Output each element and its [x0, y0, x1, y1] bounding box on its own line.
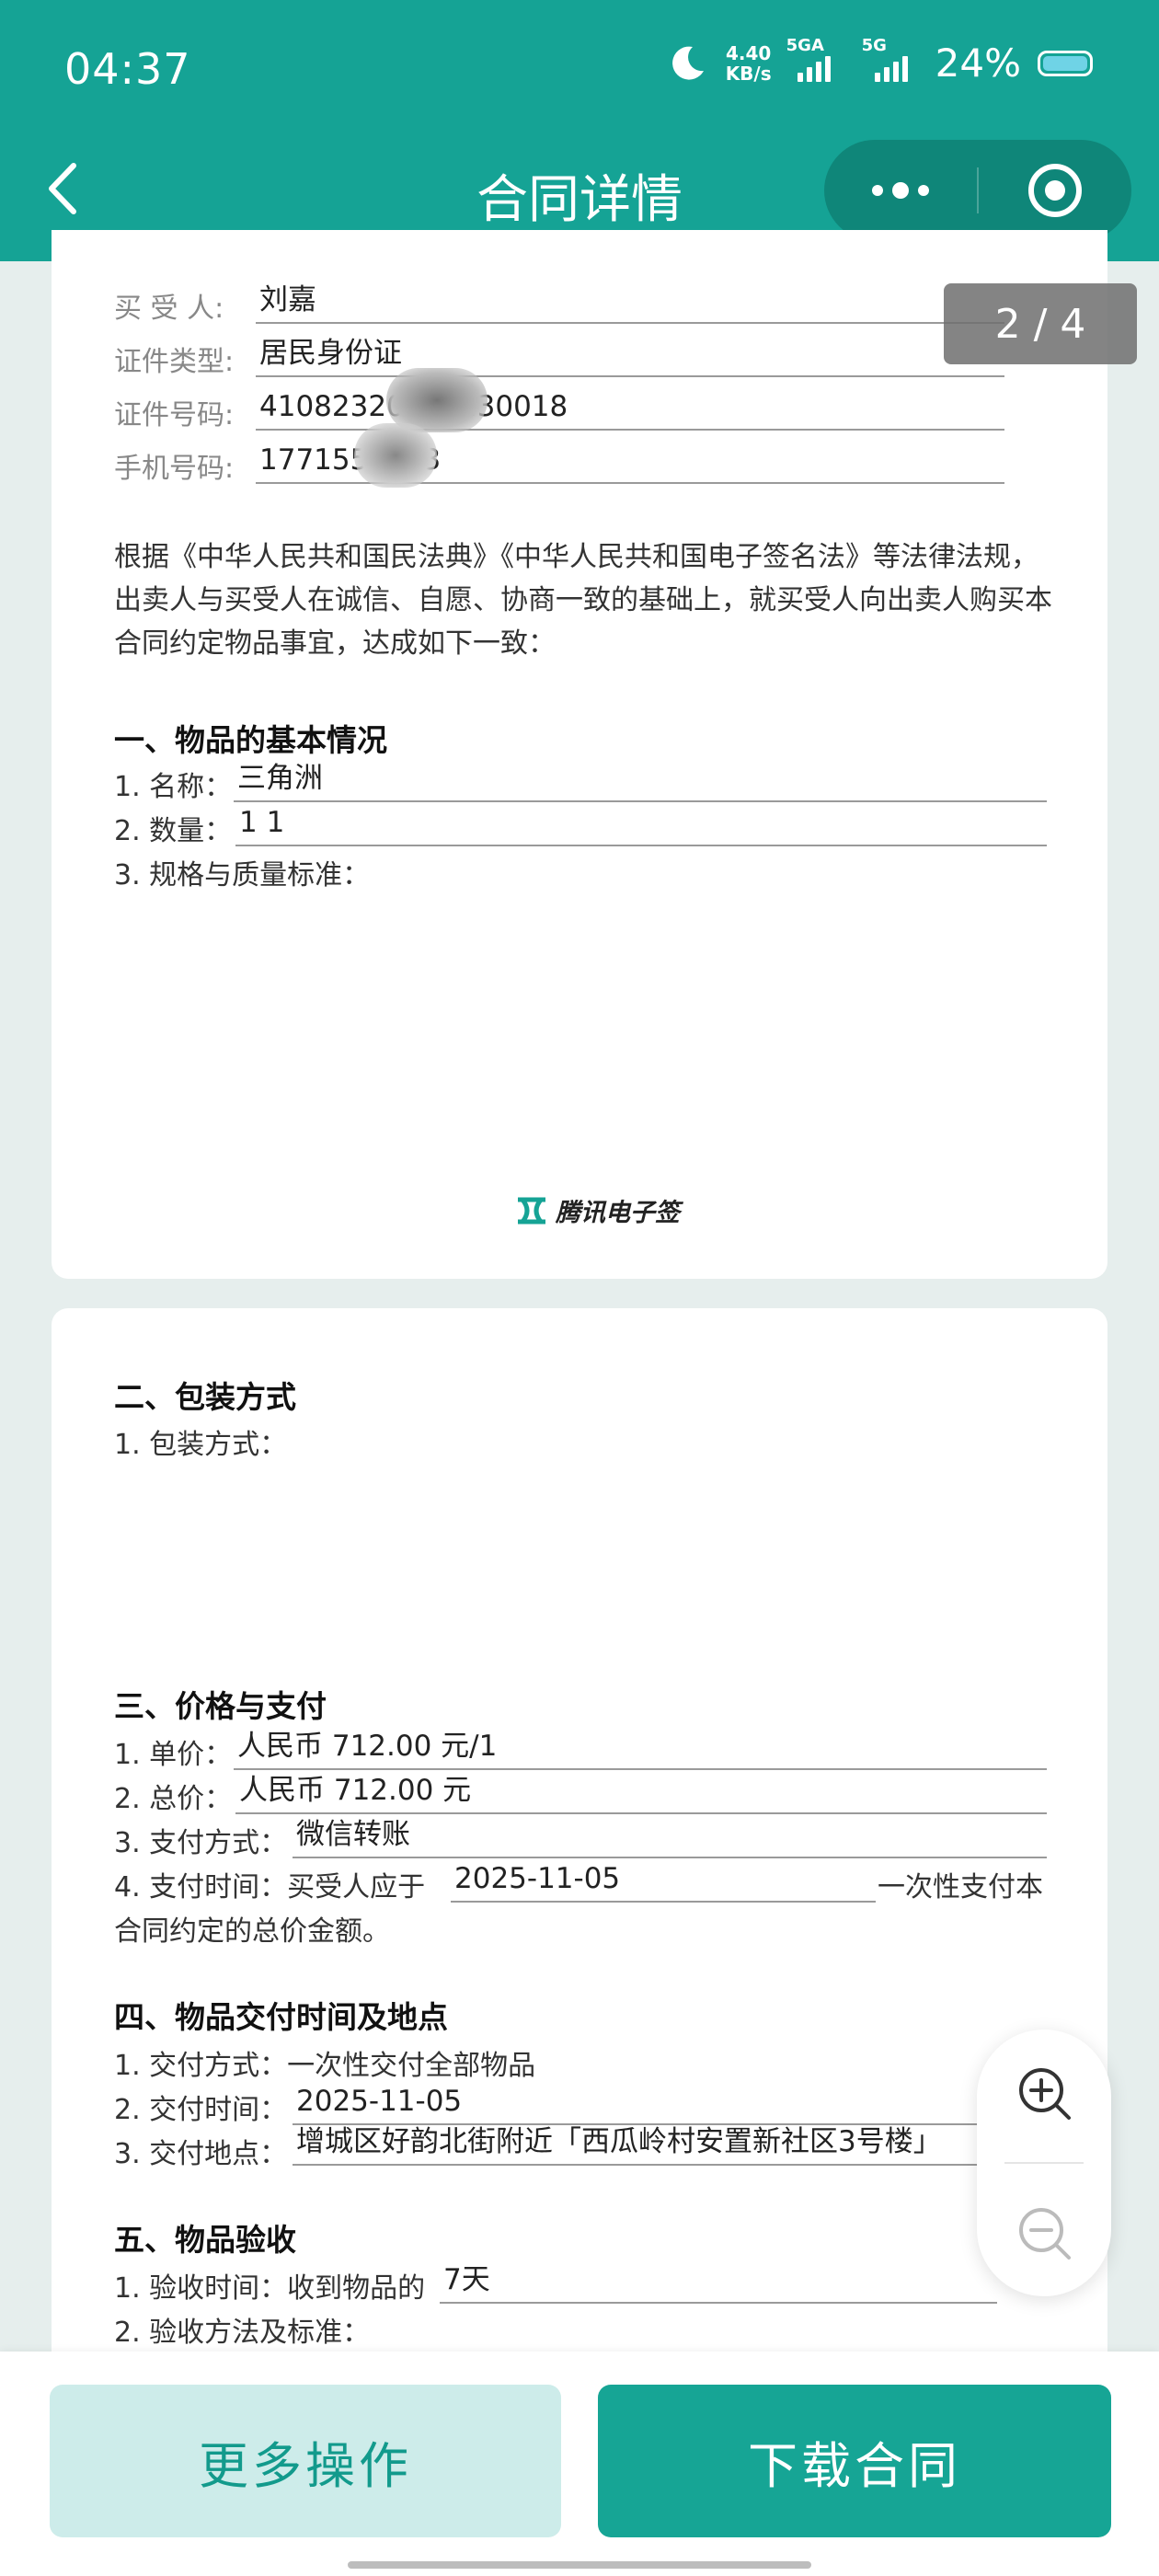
section-title: 二、包装方式	[114, 1379, 296, 1415]
total-price: 人民币 712.00 元	[235, 1770, 1047, 1814]
buyer-name-label: 买 受 人:	[114, 293, 224, 325]
moon-icon	[671, 46, 704, 80]
delivery-place: 增城区好韵北街附近「西瓜岭村安置新社区3号楼」	[293, 2122, 1001, 2166]
buyer-name: 刘嘉	[256, 280, 1004, 324]
payment-method-label: 3. 支付方式：	[114, 1827, 288, 1859]
signal-icon-2: 5G	[862, 36, 919, 82]
target-icon[interactable]	[979, 140, 1131, 241]
payment-time: 2025-11-05	[451, 1858, 876, 1903]
zoom-controls	[977, 2030, 1111, 2296]
status-icons: 4.40 KB/s 5GA 5G 24%	[665, 36, 1093, 86]
id-type: 居民身份证	[256, 333, 1004, 377]
section-title: 一、物品的基本情况	[114, 722, 387, 758]
payment-time-label: 4. 支付时间：买受人应于	[114, 1871, 426, 1903]
signal-icon: 5GA	[786, 36, 847, 82]
id-number-label: 证件号码:	[114, 399, 235, 431]
home-indicator[interactable]	[348, 2561, 811, 2569]
total-price-label: 2. 总价：	[114, 1783, 233, 1815]
delivery-time: 2025-11-05	[293, 2081, 1001, 2125]
item-qty-label: 2. 数量：	[114, 815, 233, 847]
inspection-time-label: 1. 验收时间：收到物品的	[114, 2272, 426, 2305]
unit-price: 人民币 712.00 元/1	[234, 1726, 1047, 1770]
zoom-in-icon[interactable]	[1014, 2063, 1076, 2125]
payment-time-suffix: 一次性支付本	[878, 1871, 1043, 1903]
mini-program-capsule	[824, 140, 1131, 241]
zoom-out-icon[interactable]	[1014, 2202, 1076, 2265]
item-qty: 1 1	[235, 802, 1047, 846]
close-target-icon	[1028, 164, 1082, 217]
bottom-action-bar: 更多操作 下载合同	[0, 2352, 1159, 2576]
more-icon[interactable]	[824, 140, 977, 241]
download-contract-button[interactable]: 下载合同	[598, 2385, 1111, 2537]
header-bar: 04:37 4.40 KB/s 5GA 5G 24% 合同详情	[0, 0, 1159, 261]
item-name-label: 1. 名称：	[114, 771, 233, 803]
page-indicator: 2 / 4	[944, 283, 1137, 364]
delivery-time-label: 2. 交付时间：	[114, 2094, 288, 2126]
intro-paragraph: 根据《中华人民共和国民法典》《中华人民共和国电子签名法》等法律法规，出卖人与买受…	[114, 541, 1052, 660]
delivery-mode: 1. 交付方式：一次性交付全部物品	[114, 2050, 536, 2082]
section-title: 五、物品验收	[114, 2222, 296, 2258]
payment-time-line2: 合同约定的总价金额。	[114, 1915, 390, 1948]
esign-logo-icon	[518, 1197, 545, 1224]
section-title: 三、价格与支付	[114, 1688, 327, 1724]
phone-label: 手机号码:	[114, 453, 235, 485]
id-number: 41082320 230018	[256, 386, 1004, 431]
section-title: 四、物品交付时间及地点	[114, 1999, 448, 2035]
battery-percent: 24%	[935, 40, 1021, 86]
inspection-time: 7天	[440, 2260, 997, 2304]
item-spec-label: 3. 规格与质量标准：	[114, 859, 371, 891]
payment-method: 微信转账	[293, 1814, 1047, 1858]
privacy-blur	[354, 423, 437, 488]
item-name: 三角洲	[234, 758, 1047, 802]
id-type-label: 证件类型:	[114, 346, 235, 378]
net-speed: 4.40 KB/s	[725, 41, 772, 85]
delivery-place-label: 3. 交付地点：	[114, 2138, 288, 2170]
packing-label: 1. 包装方式：	[114, 1429, 288, 1461]
battery-icon	[1038, 50, 1093, 76]
tencent-esign-watermark: 腾讯电子签	[515, 1192, 680, 1228]
inspection-method-label: 2. 验收方法及标准：	[114, 2317, 371, 2349]
status-time: 04:37	[64, 44, 191, 94]
more-actions-button[interactable]: 更多操作	[50, 2385, 561, 2537]
unit-price-label: 1. 单价：	[114, 1739, 233, 1771]
